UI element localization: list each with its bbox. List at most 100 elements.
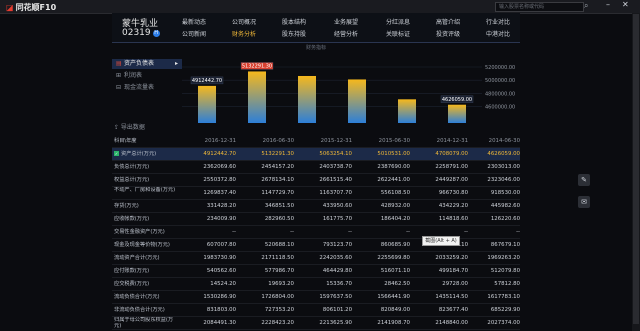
table-row[interactable]: ✓ 资产总计(万元) 4912442.70 5132291.30 5063254.10 5…: [112, 148, 520, 161]
scrollbar-thumb[interactable]: [633, 14, 639, 324]
chart-bar[interactable]: [298, 75, 316, 123]
table-cell: 4626059.00: [487, 151, 520, 157]
mail-icon[interactable]: ✉: [578, 196, 590, 208]
nav-item[interactable]: 行业对比: [486, 17, 510, 26]
row-label: 负债总计(万元): [114, 161, 180, 173]
table-row[interactable]: 应收帐款(万元) 234009.90 282960.50 161775.70 18640…: [112, 213, 520, 226]
table-cell: 685229.90: [490, 307, 520, 313]
table-row[interactable]: 流动负债合计(万元) 1530286.90 1726804.00 1597637.50…: [112, 291, 520, 304]
nav-item-active[interactable]: 财务分析: [232, 29, 256, 38]
sidebar-item-balance-sheet[interactable]: ▤ 资产负债表 ▸: [112, 59, 182, 69]
table-cell: 1269837.40: [203, 190, 236, 196]
row-label-text: 现金及现金等价物(万元): [114, 242, 170, 248]
row-label-text: 应收帐款(万元): [114, 216, 150, 222]
table-cell: 1566441.90: [377, 294, 410, 300]
sidebar-item-cash-flow[interactable]: ⊟ 现金流量表: [112, 83, 182, 93]
table-cell: 4708079.00: [435, 151, 468, 157]
sidebar-item-label: 利润表: [124, 72, 143, 79]
row-label: 应付账款(万元): [114, 265, 180, 277]
nav-item[interactable]: 中港对比: [486, 29, 510, 38]
table-cell: 607007.80: [206, 242, 236, 248]
sidebar-item-income-statement[interactable]: ⊞ 利润表: [112, 71, 182, 81]
table-row[interactable]: 负债总计(万元) 2362069.60 2454157.20 2403738.70 23…: [112, 161, 520, 174]
table-cell: 186404.20: [380, 216, 410, 222]
table-cell: 445982.60: [490, 203, 520, 209]
table-row[interactable]: 权益总计(万元) 2550372.80 2678134.10 2661515.40 26…: [112, 174, 520, 187]
column-header[interactable]: 2015-06-30: [352, 135, 410, 147]
row-label-text: 流动资产合计(万元): [114, 255, 160, 261]
nav-item[interactable]: 股东持股: [282, 29, 306, 38]
column-header[interactable]: 2014-06-30: [462, 135, 520, 147]
nav-item[interactable]: 关联标证: [386, 29, 410, 38]
search-icon[interactable]: ⌕: [584, 1, 594, 11]
table-cell: 1617783.10: [487, 294, 520, 300]
table-row[interactable]: 不动产、厂房和设备(万元) 1269837.40 1147729.70 1163707…: [112, 187, 520, 200]
table-cell: 806101.20: [322, 307, 352, 313]
close-icon[interactable]: ✕: [622, 0, 629, 9]
table-cell: 556108.50: [380, 190, 410, 196]
data-label-text: 4912442.70: [192, 78, 222, 84]
chevron-right-icon: ▸: [174, 60, 178, 67]
chart-bar[interactable]: [198, 85, 216, 123]
stock-code: 02319 H: [122, 28, 160, 38]
table-row[interactable]: 应交税费(万元) 14524.20 19693.20 15336.70 28462.50…: [112, 278, 520, 291]
chart-bar[interactable]: [348, 79, 366, 123]
table-cell: 2228423.20: [261, 320, 294, 326]
table-cell: --: [290, 229, 294, 235]
table-cell: 2661515.40: [319, 177, 352, 183]
table-cell: 2387690.00: [377, 164, 410, 170]
y-tick-label: 4800000.00: [485, 91, 515, 97]
table-cell: 918530.00: [490, 190, 520, 196]
column-header[interactable]: 2014-12-31: [410, 135, 468, 147]
row-label-text: 权益总计(万元): [114, 177, 150, 183]
table-cell: 5132291.30: [261, 151, 294, 157]
nav-item[interactable]: 高管介绍: [436, 17, 460, 26]
table-cell: 2148840.00: [435, 320, 468, 326]
nav-item[interactable]: 公司新闻: [182, 29, 206, 38]
minimize-icon[interactable]: –: [606, 0, 610, 9]
chart-bar[interactable]: [248, 71, 266, 123]
table-cell: 1163707.70: [319, 190, 352, 196]
table-cell: 2362069.60: [203, 164, 236, 170]
table-cell: 28462.50: [384, 281, 410, 287]
table-cell: 2084491.30: [203, 320, 236, 326]
table-cell: 540562.60: [206, 268, 236, 274]
stock-code-text: 02319: [122, 28, 151, 38]
chart-bar[interactable]: [448, 104, 466, 123]
nav-item[interactable]: 股本结构: [282, 17, 306, 26]
table-row[interactable]: 存货(万元) 331428.20 346851.50 433950.60 428932.…: [112, 200, 520, 213]
screenshot-tooltip: 截图(Alt + A): [422, 236, 460, 246]
nav-item[interactable]: 投资评级: [436, 29, 460, 38]
table-row[interactable]: 归属于母公司股东权益(万元) 2084491.30 2228423.20 221362…: [112, 317, 520, 330]
table-cell: 2258791.00: [435, 164, 468, 170]
nav-item[interactable]: 经营分析: [334, 29, 358, 38]
row-label-text: 负债总计(万元): [114, 164, 150, 170]
chart-bar[interactable]: [398, 99, 416, 123]
table-cell: 793123.70: [322, 242, 352, 248]
logo-text: 同花顺F10: [15, 3, 57, 12]
column-header[interactable]: 2015-12-31: [294, 135, 352, 147]
search-input[interactable]: 输入股票名称或代码: [495, 2, 584, 12]
table-row[interactable]: 流动资产合计(万元) 1983730.90 2171118.50 2242035.60…: [112, 252, 520, 265]
nav-item[interactable]: 分红派息: [386, 17, 410, 26]
nav-item[interactable]: 业务展望: [334, 17, 358, 26]
edit-icon[interactable]: ✎: [578, 174, 590, 186]
check-icon[interactable]: ✓: [114, 151, 119, 156]
export-data-button[interactable]: ⇪ 导出数据: [114, 122, 145, 131]
nav-item[interactable]: 公司概况: [232, 17, 256, 26]
column-header[interactable]: 2016-06-30: [236, 135, 294, 147]
table-row[interactable]: 应付账款(万元) 540562.60 577986.70 464429.80 51607…: [112, 265, 520, 278]
row-label: 应交税费(万元): [114, 278, 180, 290]
table-cell: 433950.60: [322, 203, 352, 209]
report-sidebar: ▤ 资产负债表 ▸ ⊞ 利润表 ⊟ 现金流量表: [112, 57, 182, 117]
column-header[interactable]: 2016-12-31: [178, 135, 236, 147]
grid-icon: ⊞: [116, 72, 122, 79]
table-header-row: 科目\年度 2016-12-31 2016-06-30 2015-12-31 2…: [112, 135, 520, 148]
row-label-text: 资产总计(万元): [121, 151, 157, 157]
table-row[interactable]: 非流动负债合计(万元) 831803.00 727353.20 806101.20 82…: [112, 304, 520, 317]
row-label: 不动产、厂房和设备(万元): [114, 187, 180, 193]
app-logo: ◪ 同花顺F10: [6, 2, 56, 13]
table-cell: 516071.10: [380, 268, 410, 274]
nav-item[interactable]: 最新动态: [182, 17, 206, 26]
table-cell: 1530286.90: [203, 294, 236, 300]
